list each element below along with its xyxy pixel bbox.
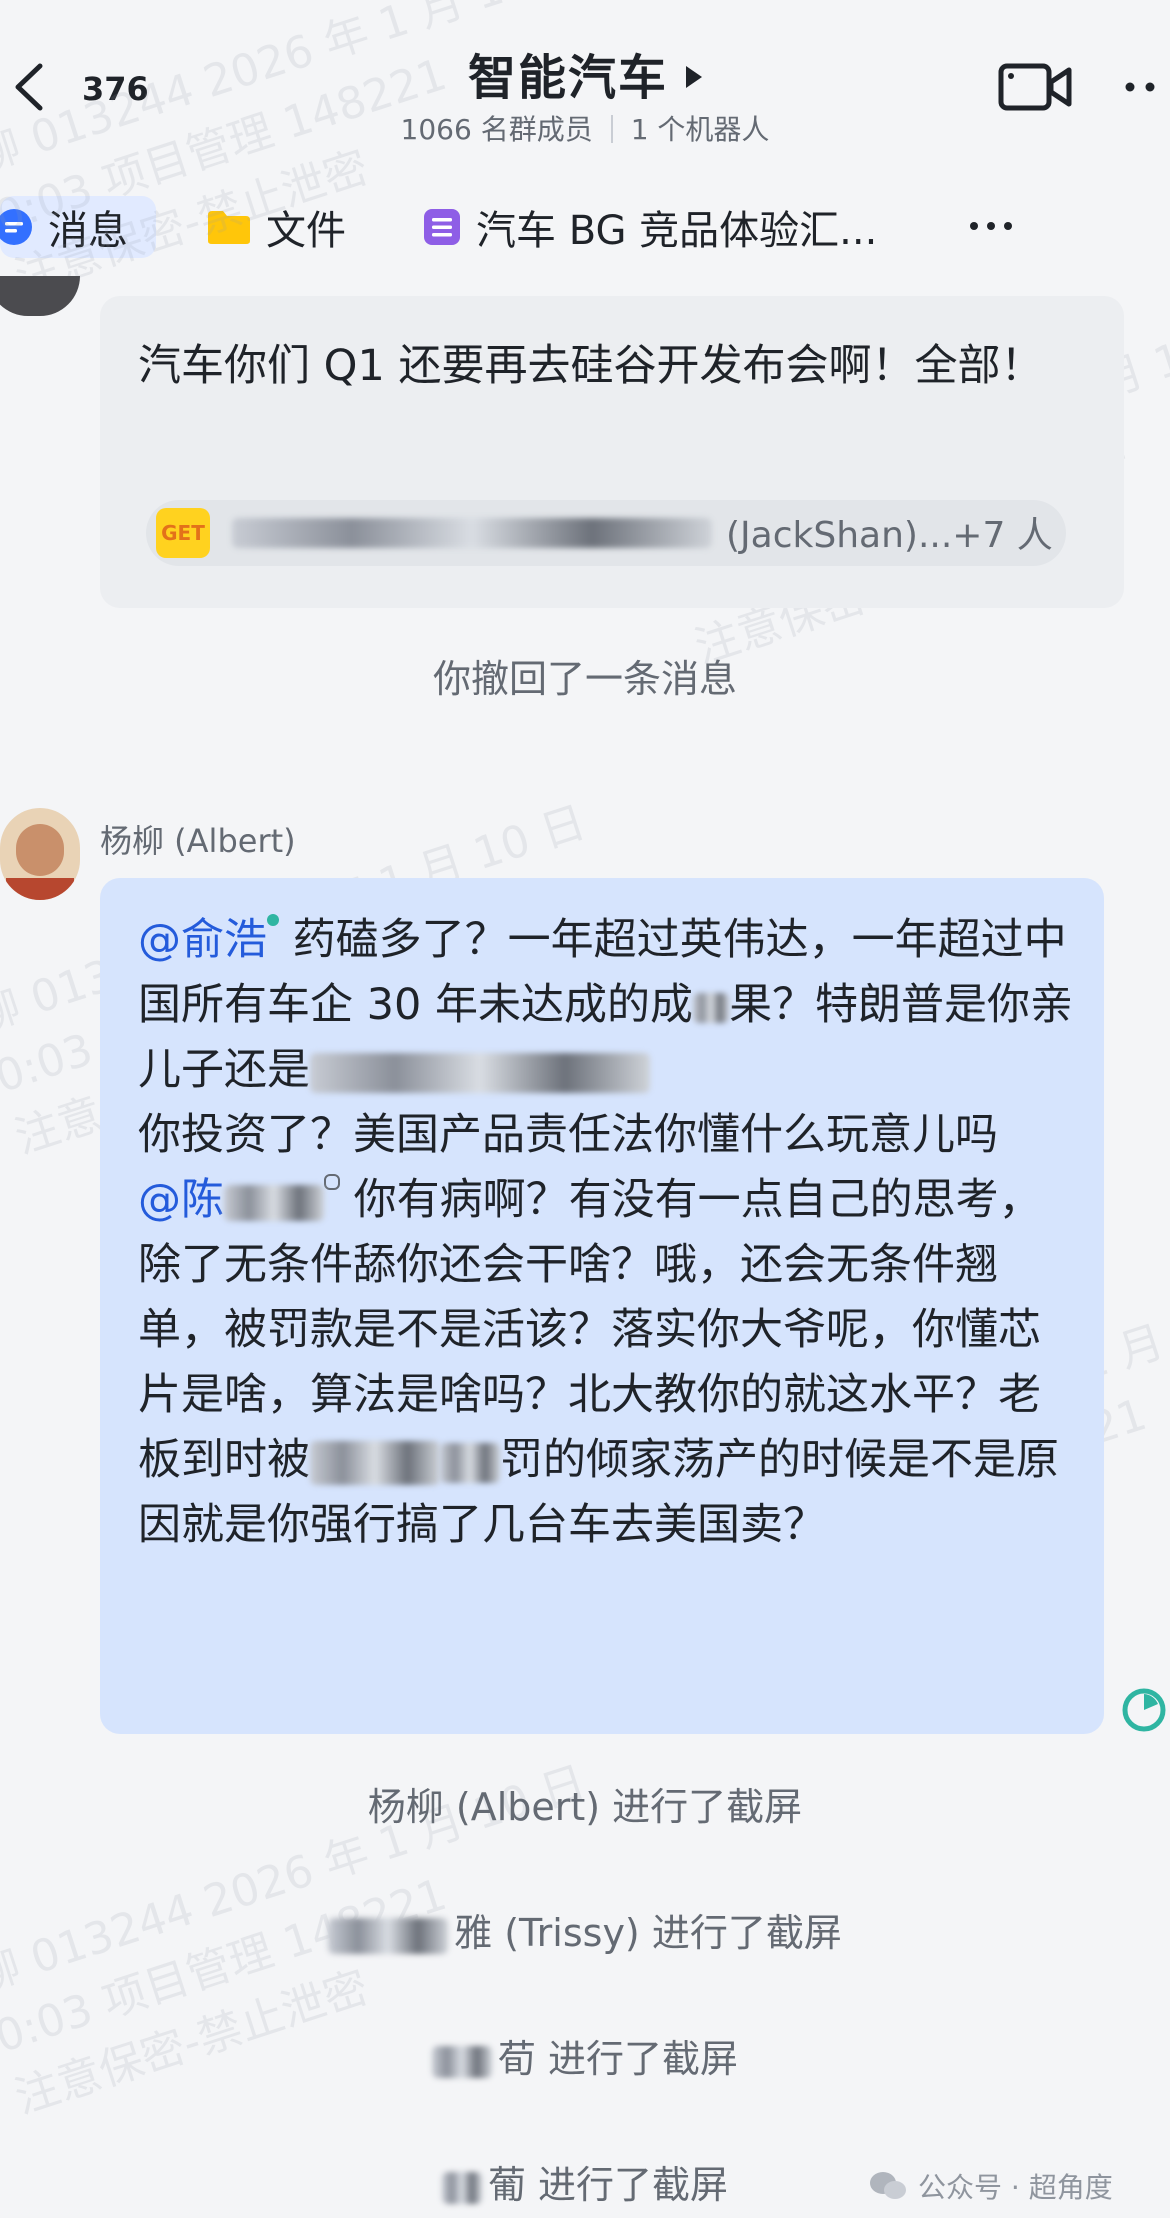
tab-messages-label: 消息 [48,208,128,254]
video-call-icon[interactable] [998,60,1072,114]
offline-dot-icon [324,1174,340,1190]
redacted-name [431,2045,492,2078]
more-options-icon[interactable] [1118,72,1168,102]
recalled-notice: 你撤回了一条消息 [432,657,737,701]
avatar-partial[interactable] [0,276,80,316]
screenshot-notice: 杨柳 (Albert) 进行了截屏 [367,1785,803,1829]
screenshot-notice: 荀 进行了截屏 [0,2028,1170,2083]
doc-list-icon [424,209,460,245]
wechat-icon [870,2172,906,2199]
tab-doc[interactable]: 汽车 BG 竞品体验汇... [422,196,877,258]
chat-header: 376 智能汽车 1066 名群成员 1 个机器人 [0,0,1170,180]
reaction-bar[interactable]: GET (JackShan)...+7 人 [146,500,1066,566]
message-text: @俞浩 药磕多了？一年超过英伟达，一年超过中国所有车企 30 年未达成的成 果？特… [138,914,1074,1550]
tab-files[interactable]: 文件 [206,196,346,258]
tab-bar: 消息 文件 汽车 BG 竞品体验汇... [0,180,1170,276]
redacted-names [232,518,712,548]
tab-doc-label: 汽车 BG 竞品体验汇... [476,208,878,254]
tab-messages[interactable]: 消息 [0,196,156,258]
tab-files-label: 文件 [266,208,346,254]
redacted-name [328,1917,449,1954]
tabs-more-icon[interactable] [966,216,1016,236]
avatar[interactable] [0,808,80,900]
message-bubble-icon [0,209,32,245]
group-name: 智能汽车 [467,50,668,106]
reaction-users: (JackShan)...+7 人 [726,515,1053,556]
get-sticker-icon: GET [156,508,210,558]
redacted-text [310,1440,440,1485]
group-subtitle: 1066 名群成员 1 个机器人 [0,108,1170,148]
redacted-name [441,2171,482,2204]
mention-link[interactable]: @陈 [138,1175,224,1225]
message-text: 汽车你们 Q1 还要再去硅谷开发布会啊！全部！ [138,341,1044,391]
folder-icon [208,211,250,244]
group-title[interactable]: 智能汽车 [0,38,1170,108]
message-bubble[interactable]: @俞浩 药磕多了？一年超过英伟达，一年超过中国所有车企 30 年未达成的成 果？特… [100,878,1104,1734]
member-count: 1066 名群成员 [400,113,593,146]
subtitle-divider [610,115,613,143]
message-bubble[interactable]: 汽车你们 Q1 还要再去硅谷开发布会啊！全部！ GET (JackShan)..… [100,296,1124,608]
title-arrow-icon [686,66,702,88]
read-status-icon[interactable] [1120,1686,1168,1734]
redacted-text [224,1184,324,1221]
bot-count: 1 个机器人 [630,113,770,146]
sender-name: 杨柳 (Albert) [100,822,296,860]
redacted-text [440,1442,500,1483]
source-label: 公众号 · 超角度 [868,2166,1113,2206]
screenshot-notice: 雅 (Trissy) 进行了截屏 [0,1902,1170,1957]
redacted-text [693,992,730,1023]
online-dot-icon [267,914,279,926]
redacted-text [310,1052,650,1093]
mention-link[interactable]: @俞浩 [138,915,267,965]
